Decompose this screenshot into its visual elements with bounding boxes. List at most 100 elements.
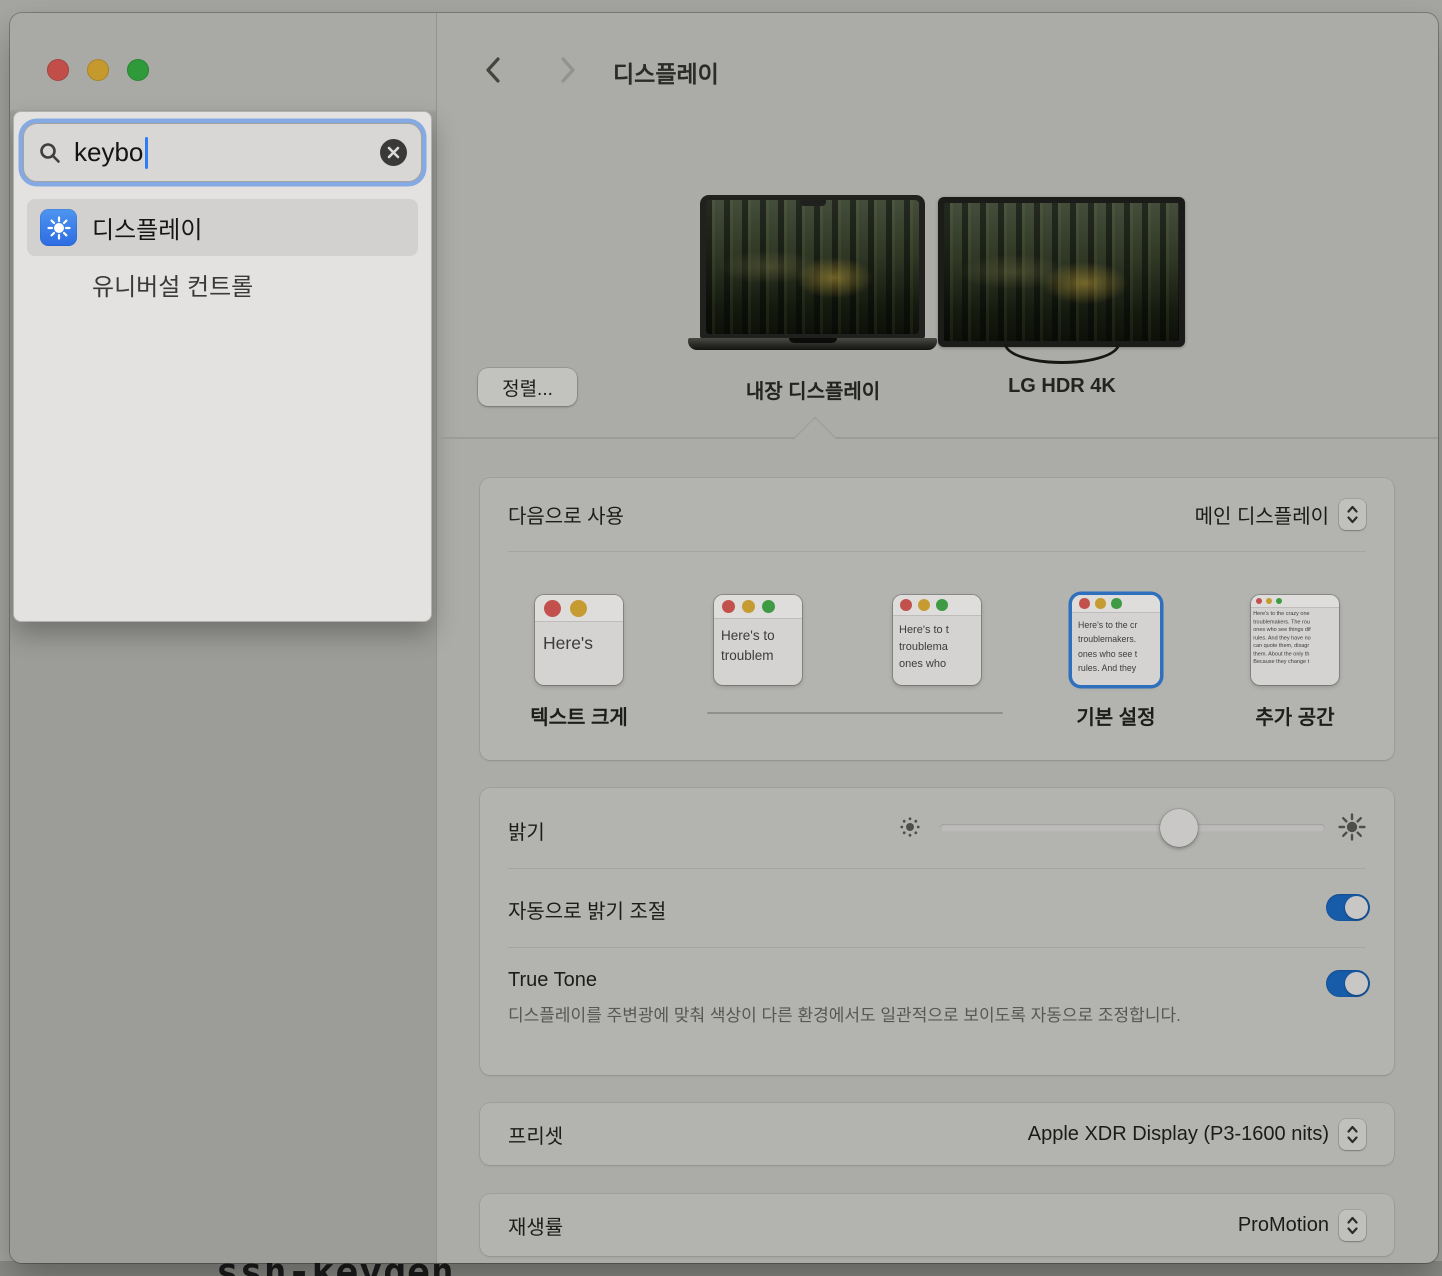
laptop-notch bbox=[800, 200, 826, 206]
builtin-display-thumbnail[interactable] bbox=[700, 195, 925, 350]
preset-row: 프리셋 Apple XDR Display (P3-1600 nits) bbox=[480, 1103, 1394, 1165]
search-result-label: 유니버설 컨트롤 bbox=[92, 267, 253, 302]
mini-traffic-lights bbox=[893, 595, 981, 616]
wallpaper-forest bbox=[944, 203, 1179, 341]
refresh-rate-dropdown[interactable]: ProMotion bbox=[1238, 1210, 1366, 1241]
search-text: keybo bbox=[74, 137, 143, 168]
auto-brightness-row: 자동으로 밝기 조절 bbox=[480, 868, 1394, 947]
preview-text-line: Here's to t bbox=[899, 622, 981, 639]
laptop-screen bbox=[700, 195, 925, 339]
main-pane: 디스플레이 정렬... 내장 디스플레이 LG HDR 4K 다음으로 사용 bbox=[437, 13, 1438, 1263]
forward-button[interactable] bbox=[555, 55, 581, 85]
preset-option-3[interactable]: Here's to t troublema ones who bbox=[893, 595, 981, 685]
preset-scale-line bbox=[707, 712, 1003, 714]
arrange-button[interactable]: 정렬... bbox=[478, 368, 577, 406]
card-divider bbox=[508, 551, 1366, 552]
refresh-rate-row: 재생률 ProMotion bbox=[480, 1194, 1394, 1256]
preview-text-line: Here's to the cr bbox=[1078, 618, 1160, 632]
back-button[interactable] bbox=[482, 55, 508, 85]
preset-value: Apple XDR Display (P3-1600 nits) bbox=[1028, 1123, 1329, 1146]
preview-text-line: troublema bbox=[899, 639, 981, 656]
mini-traffic-lights bbox=[535, 595, 623, 622]
page-title: 디스플레이 bbox=[613, 55, 719, 89]
up-down-chevrons-icon bbox=[1346, 505, 1359, 524]
close-icon bbox=[387, 146, 400, 159]
preview-text-line: Because they change t bbox=[1253, 658, 1339, 666]
preset-option-5[interactable]: Here's to the crazy one troublemakers. T… bbox=[1251, 595, 1339, 685]
traffic-dot bbox=[936, 599, 948, 611]
monitor-screen bbox=[938, 197, 1185, 347]
traffic-lights bbox=[47, 59, 149, 81]
external-display-thumbnail[interactable] bbox=[938, 197, 1185, 364]
preview-text-line: can quote them, disagr bbox=[1253, 642, 1339, 650]
zone-divider bbox=[437, 437, 1438, 439]
laptop-base bbox=[688, 338, 937, 350]
preview-text: Here's to the crazy one troublemakers. T… bbox=[1251, 608, 1339, 666]
preset-option-4[interactable]: Here's to the cr troublemakers. ones who… bbox=[1072, 595, 1160, 685]
preview-text: Here's bbox=[535, 622, 623, 654]
use-as-card: 다음으로 사용 메인 디스플레이 bbox=[480, 478, 1394, 760]
preset-option-label: 추가 공간 bbox=[1215, 701, 1375, 730]
system-settings-window: keybo bbox=[10, 13, 1438, 1263]
minimize-button[interactable] bbox=[87, 59, 109, 81]
monitor-stand bbox=[1004, 344, 1120, 364]
preset-option-label: 기본 설정 bbox=[1036, 701, 1196, 730]
chevron-right-icon bbox=[555, 55, 579, 85]
mini-traffic-lights bbox=[1072, 595, 1160, 613]
display-brightness-icon bbox=[40, 209, 77, 246]
search-result-label: 디스플레이 bbox=[92, 210, 202, 245]
true-tone-description: 디스플레이를 주변광에 맞춰 색상이 다른 환경에서도 일관적으로 보이도록 자… bbox=[508, 1001, 1248, 1030]
preset-stepper[interactable] bbox=[1339, 1119, 1366, 1150]
refresh-rate-value: ProMotion bbox=[1238, 1214, 1329, 1237]
use-as-stepper[interactable] bbox=[1339, 499, 1366, 530]
zoom-button[interactable] bbox=[127, 59, 149, 81]
preview-text-line: Here's to the crazy one bbox=[1253, 610, 1339, 618]
preview-text-line: troublemakers. bbox=[1078, 632, 1160, 646]
preview-text-line: rules. And they bbox=[1078, 661, 1160, 675]
search-results-popover: keybo bbox=[13, 111, 432, 622]
traffic-dot bbox=[1256, 598, 1262, 604]
preview-text: Here's to troublem bbox=[714, 619, 802, 667]
preview-text-line: ones who bbox=[899, 656, 981, 673]
use-as-dropdown[interactable]: 메인 디스플레이 bbox=[1195, 499, 1366, 530]
brightness-slider-track[interactable] bbox=[940, 824, 1325, 832]
builtin-display-name: 내장 디스플레이 bbox=[713, 375, 913, 404]
brightness-slider-knob[interactable] bbox=[1160, 809, 1198, 847]
brightness-dim-icon bbox=[900, 817, 920, 842]
preview-text-line: ones who see t bbox=[1078, 647, 1160, 661]
clear-search-button[interactable] bbox=[380, 139, 407, 166]
preview-text-line: Here's to bbox=[721, 626, 802, 646]
preview-text-line: them. About the only th bbox=[1253, 650, 1339, 658]
search-icon bbox=[38, 141, 62, 165]
preview-text-line: troublem bbox=[721, 646, 802, 666]
use-as-row: 다음으로 사용 메인 디스플레이 bbox=[480, 478, 1394, 551]
traffic-dot bbox=[1111, 598, 1122, 609]
brightness-card: 밝기 bbox=[480, 788, 1394, 1075]
preset-option-1[interactable]: Here's bbox=[535, 595, 623, 685]
true-tone-label: True Tone bbox=[508, 969, 597, 992]
traffic-dot bbox=[544, 600, 561, 617]
traffic-dot bbox=[742, 600, 755, 613]
search-result-universal-control[interactable]: 유니버설 컨트롤 bbox=[27, 256, 418, 313]
toggle-knob bbox=[1345, 972, 1368, 995]
preset-option-2[interactable]: Here's to troublem bbox=[714, 595, 802, 685]
traffic-dot bbox=[918, 599, 930, 611]
text-caret bbox=[145, 137, 148, 169]
search-result-display[interactable]: 디스플레이 bbox=[27, 199, 418, 256]
traffic-dot bbox=[570, 600, 587, 617]
refresh-rate-stepper[interactable] bbox=[1339, 1210, 1366, 1241]
chevron-left-icon bbox=[482, 55, 506, 85]
wallpaper-forest bbox=[706, 200, 919, 334]
external-display-name: LG HDR 4K bbox=[962, 375, 1162, 398]
true-tone-toggle[interactable] bbox=[1326, 970, 1370, 997]
auto-brightness-toggle[interactable] bbox=[1326, 894, 1370, 921]
refresh-rate-label: 재생률 bbox=[508, 1211, 563, 1240]
refresh-rate-card: 재생률 ProMotion bbox=[480, 1194, 1394, 1256]
traffic-dot bbox=[1079, 598, 1090, 609]
mini-traffic-lights bbox=[714, 595, 802, 619]
search-input[interactable]: keybo bbox=[23, 123, 422, 182]
preset-card: 프리셋 Apple XDR Display (P3-1600 nits) bbox=[480, 1103, 1394, 1165]
mini-traffic-lights bbox=[1251, 595, 1339, 608]
preset-dropdown[interactable]: Apple XDR Display (P3-1600 nits) bbox=[1028, 1119, 1366, 1150]
close-button[interactable] bbox=[47, 59, 69, 81]
